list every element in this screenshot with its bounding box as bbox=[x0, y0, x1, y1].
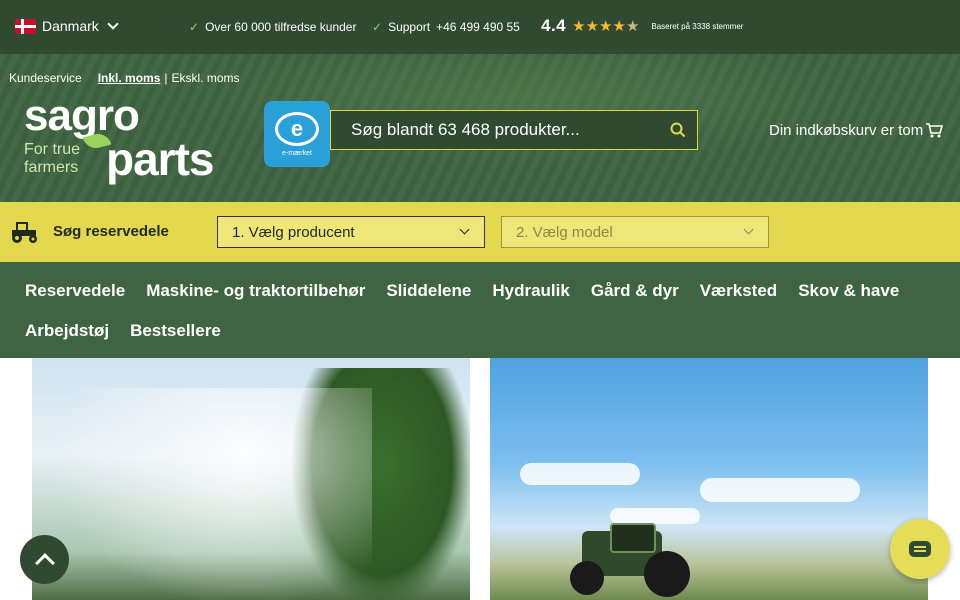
e-maerket-label: e-mærket bbox=[282, 149, 312, 157]
nav-item-arbejdstoj[interactable]: Arbejdstøj bbox=[25, 321, 109, 341]
parts-finder: Søg reservedele 1. Vælg producent 2. Væl… bbox=[0, 202, 960, 262]
model-select-value: 2. Vælg model bbox=[516, 223, 613, 241]
site-header: Kundeservice Inkl. moms | Ekskl. moms sa… bbox=[0, 54, 960, 202]
check-icon: ✓ bbox=[189, 20, 200, 34]
nav-row-1: Reservedele Maskine- og traktortilbehør … bbox=[25, 281, 899, 301]
chevron-up-icon bbox=[34, 552, 55, 573]
customer-service-link[interactable]: Kundeservice bbox=[9, 71, 82, 85]
chevron-down-icon bbox=[459, 224, 470, 235]
chevron-down-icon bbox=[743, 224, 754, 235]
water-spray-shape bbox=[52, 388, 372, 600]
nav-item-maskine-tilbehor[interactable]: Maskine- og traktortilbehør bbox=[146, 281, 365, 301]
nav-item-gard-dyr[interactable]: Gård & dyr bbox=[591, 281, 679, 301]
logo-word-bottom: parts bbox=[106, 133, 214, 185]
chat-icon bbox=[909, 541, 931, 557]
vat-separator: | bbox=[164, 71, 168, 85]
nav-item-bestsellere[interactable]: Bestsellere bbox=[130, 321, 221, 341]
tractor-cab bbox=[610, 523, 656, 553]
nav-item-hydraulik[interactable]: Hydraulik bbox=[492, 281, 569, 301]
hero-image-tractor[interactable] bbox=[490, 358, 928, 600]
support-label: Support bbox=[388, 20, 431, 34]
cart-label: Din indkøbskurv er tom bbox=[769, 121, 924, 139]
site-logo[interactable]: sagro For true farmers parts bbox=[24, 94, 254, 186]
top-bar: Danmark ✓ Over 60 000 tilfredse kunder ✓… bbox=[0, 0, 960, 54]
incl-vat-toggle[interactable]: Inkl. moms bbox=[98, 71, 161, 85]
main-navigation: Reservedele Maskine- og traktortilbehør … bbox=[0, 262, 960, 358]
nav-item-vaerksted[interactable]: Værksted bbox=[700, 281, 777, 301]
manufacturer-select[interactable]: 1. Vælg producent bbox=[217, 216, 485, 248]
usp-support[interactable]: ✓ Support +46 499 490 55 bbox=[372, 20, 520, 34]
country-selector[interactable]: Danmark bbox=[15, 18, 119, 34]
support-phone[interactable]: +46 499 490 55 bbox=[436, 20, 520, 34]
logo-word-top: sagro bbox=[24, 91, 140, 140]
cart-button[interactable]: Din indkøbskurv er tom bbox=[769, 121, 944, 139]
model-select[interactable]: 2. Vælg model bbox=[501, 216, 769, 248]
cloud-shape bbox=[520, 463, 640, 485]
search-icon[interactable] bbox=[669, 121, 687, 139]
tagline-line-2: farmers bbox=[24, 159, 79, 176]
chevron-down-icon bbox=[107, 18, 119, 30]
logo-tagline: For true farmers bbox=[24, 141, 80, 177]
nav-item-reservedele[interactable]: Reservedele bbox=[25, 281, 125, 301]
manufacturer-select-value: 1. Vælg producent bbox=[232, 223, 355, 241]
rating-stars-icon: ★★★★★ bbox=[572, 18, 640, 35]
header-links: Kundeservice Inkl. moms | Ekskl. moms bbox=[9, 71, 240, 85]
usp-customers-text: Over 60 000 tilfredse kunder bbox=[205, 20, 357, 34]
tagline-line-1: For true bbox=[24, 141, 81, 158]
cart-icon bbox=[926, 123, 944, 138]
hero-image-irrigation[interactable] bbox=[32, 358, 470, 600]
excl-vat-toggle[interactable]: Ekskl. moms bbox=[172, 71, 240, 85]
e-maerket-badge[interactable]: e e-mærket bbox=[264, 101, 330, 167]
scroll-to-top-button[interactable] bbox=[20, 535, 69, 584]
tractor-icon bbox=[12, 222, 37, 243]
tractor-shape bbox=[552, 523, 702, 600]
nav-item-sliddelene[interactable]: Sliddelene bbox=[386, 281, 471, 301]
tractor-wheel-rear bbox=[644, 551, 690, 597]
rating-value: 4.4 bbox=[541, 16, 567, 35]
nav-row-2: Arbejdstøj Bestsellere bbox=[25, 321, 221, 341]
tractor-wheel-front bbox=[570, 561, 604, 595]
check-icon: ✓ bbox=[372, 20, 383, 34]
search-placeholder: Søg blandt 63 468 produkter... bbox=[351, 120, 580, 139]
rating-widget[interactable]: 4.4 ★★★★★ Baseret på 3338 stemmer bbox=[541, 16, 743, 36]
denmark-flag-icon bbox=[15, 18, 36, 34]
country-label: Danmark bbox=[42, 18, 99, 34]
nav-item-skov-have[interactable]: Skov & have bbox=[798, 281, 899, 301]
search-input[interactable]: Søg blandt 63 468 produkter... bbox=[330, 110, 698, 150]
e-maerket-eye-icon: e bbox=[275, 111, 319, 146]
finder-title: Søg reservedele bbox=[53, 223, 169, 240]
cloud-shape bbox=[610, 508, 700, 524]
chat-button[interactable] bbox=[890, 519, 950, 579]
usp-customers: ✓ Over 60 000 tilfredse kunder bbox=[189, 20, 356, 34]
rating-note: Baseret på 3338 stemmer bbox=[651, 21, 744, 31]
cloud-shape bbox=[700, 478, 860, 502]
